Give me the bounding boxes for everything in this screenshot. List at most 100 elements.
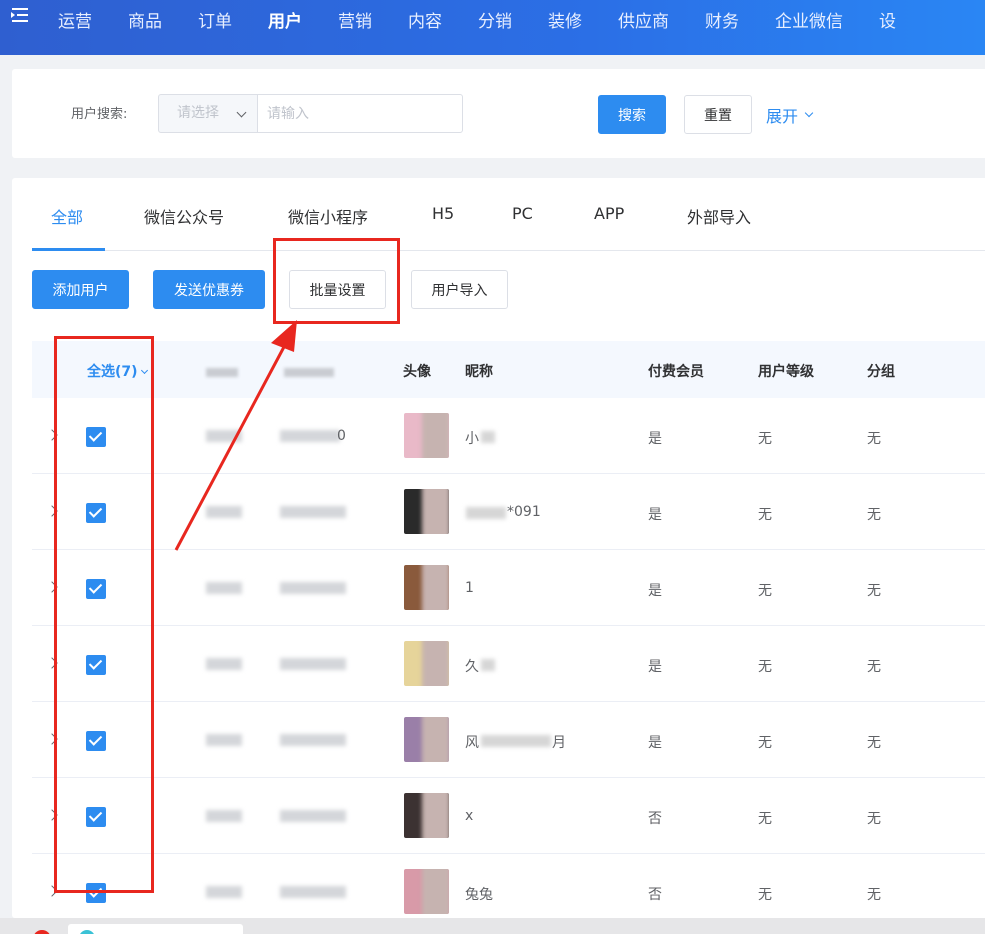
browser-taskbar <box>0 918 985 934</box>
expand-link-label: 展开 <box>766 107 799 126</box>
table-row[interactable]: 久 是 无 无 <box>32 626 985 702</box>
redacted-cell <box>280 582 346 594</box>
paid-member-value: 是 <box>648 507 662 523</box>
browser-tab[interactable] <box>68 924 243 934</box>
user-level-value: 无 <box>758 811 772 827</box>
nav-item-marketing[interactable]: 营销 <box>320 7 390 32</box>
add-user-button[interactable]: 添加用户 <box>32 270 129 309</box>
avatar <box>404 641 449 686</box>
redacted-cell <box>481 659 495 671</box>
paid-member-value: 是 <box>648 659 662 675</box>
nav-item-finance[interactable]: 财务 <box>687 7 757 32</box>
nav-item-products[interactable]: 商品 <box>110 7 180 32</box>
nav-item-content[interactable]: 内容 <box>390 7 460 32</box>
header-group: 分组 <box>867 364 895 380</box>
nav-item-wecom[interactable]: 企业微信 <box>757 7 861 32</box>
nickname: x <box>465 808 474 824</box>
nav-item-distribution[interactable]: 分销 <box>460 7 530 32</box>
send-coupon-button[interactable]: 发送优惠券 <box>153 270 265 309</box>
group-value: 无 <box>867 507 881 523</box>
search-type-placeholder: 请选择 <box>177 105 219 121</box>
app-icon[interactable] <box>33 930 51 934</box>
menu-toggle-icon[interactable] <box>10 6 30 26</box>
group-value: 无 <box>867 583 881 599</box>
redacted-cell <box>206 886 242 898</box>
group-value: 无 <box>867 431 881 447</box>
table-row[interactable]: *091 是 无 无 <box>32 474 985 550</box>
user-list-panel: 全部 微信公众号 微信小程序 H5 PC APP 外部导入 添加用户 发送优惠券… <box>12 178 985 918</box>
paid-member-value: 是 <box>648 583 662 599</box>
redacted-cell <box>280 430 340 442</box>
header-avatar: 头像 <box>403 364 431 380</box>
paid-member-value: 否 <box>648 887 662 903</box>
table-row[interactable]: 0 小 是 无 无 <box>32 398 985 474</box>
nav-item-settings[interactable]: 设 <box>861 7 914 32</box>
nav-menu: 运营 商品 订单 用户 营销 内容 分销 装修 供应商 财务 企业微信 设 <box>40 0 914 38</box>
redacted-cell <box>280 506 346 518</box>
import-users-button[interactable]: 用户导入 <box>411 270 508 309</box>
redacted-cell <box>466 507 506 519</box>
redacted-cell <box>280 734 346 746</box>
annotation-box-checkboxes <box>54 336 154 893</box>
redacted-cell <box>206 810 242 822</box>
avatar <box>404 717 449 762</box>
avatar <box>404 869 449 914</box>
tab-wechat-miniprogram[interactable]: 微信小程序 <box>288 204 368 228</box>
search-type-select[interactable]: 请选择 <box>158 94 258 133</box>
top-nav: 运营 商品 订单 用户 营销 内容 分销 装修 供应商 财务 企业微信 设 <box>0 0 985 55</box>
redacted-cell <box>481 735 551 747</box>
table-row[interactable]: 风 月 是 无 无 <box>32 702 985 778</box>
redacted-cell <box>280 658 346 670</box>
redacted-header <box>206 368 238 377</box>
user-level-value: 无 <box>758 507 772 523</box>
redacted-cell <box>206 506 242 518</box>
nickname: 兔兔 <box>465 887 493 903</box>
active-tab-indicator <box>32 248 105 251</box>
group-value: 无 <box>867 735 881 751</box>
redacted-cell <box>280 886 346 898</box>
group-value: 无 <box>867 659 881 675</box>
redacted-cell <box>206 430 242 442</box>
tab-external-import[interactable]: 外部导入 <box>687 204 751 228</box>
annotation-box-batch-settings <box>273 238 400 324</box>
avatar <box>404 565 449 610</box>
tab-all[interactable]: 全部 <box>51 204 83 228</box>
expand-filters-link[interactable]: 展开 <box>766 103 814 127</box>
source-tabs: 全部 微信公众号 微信小程序 H5 PC APP 外部导入 <box>32 178 985 251</box>
nickname: 风 <box>465 735 479 751</box>
group-value: 无 <box>867 887 881 903</box>
paid-member-value: 是 <box>648 431 662 447</box>
table-row[interactable]: x 否 无 无 <box>32 778 985 854</box>
nav-item-users[interactable]: 用户 <box>250 7 320 32</box>
nickname: 久 <box>465 659 479 675</box>
redacted-cell <box>280 810 346 822</box>
tab-h5[interactable]: H5 <box>432 204 454 223</box>
paid-member-value: 是 <box>648 735 662 751</box>
redacted-cell <box>206 658 242 670</box>
nav-item-decoration[interactable]: 装修 <box>530 7 600 32</box>
nickname: 1 <box>465 580 474 596</box>
redacted-header <box>284 368 334 377</box>
search-button[interactable]: 搜索 <box>598 95 666 134</box>
header-paid-member: 付费会员 <box>648 364 704 380</box>
search-label: 用户搜索: <box>71 107 128 122</box>
table-header: 全选(7) 头像 昵称 付费会员 用户等级 分组 <box>32 341 985 398</box>
nickname: 小 <box>465 431 479 447</box>
nav-item-suppliers[interactable]: 供应商 <box>600 7 687 32</box>
chevron-down-icon <box>236 107 247 118</box>
tab-app[interactable]: APP <box>594 204 624 223</box>
user-level-value: 无 <box>758 431 772 447</box>
nav-item-operations[interactable]: 运营 <box>40 7 110 32</box>
tab-pc[interactable]: PC <box>512 204 533 223</box>
id-suffix: 0 <box>337 428 346 444</box>
nav-item-orders[interactable]: 订单 <box>180 7 250 32</box>
search-input[interactable] <box>257 94 463 133</box>
avatar <box>404 489 449 534</box>
table-row[interactable]: 1 是 无 无 <box>32 550 985 626</box>
tab-wechat-official[interactable]: 微信公众号 <box>144 204 224 228</box>
header-user-level: 用户等级 <box>758 364 814 380</box>
reset-button[interactable]: 重置 <box>684 95 752 134</box>
user-level-value: 无 <box>758 583 772 599</box>
nickname: *091 <box>507 504 541 520</box>
chevron-down-icon <box>804 108 814 118</box>
